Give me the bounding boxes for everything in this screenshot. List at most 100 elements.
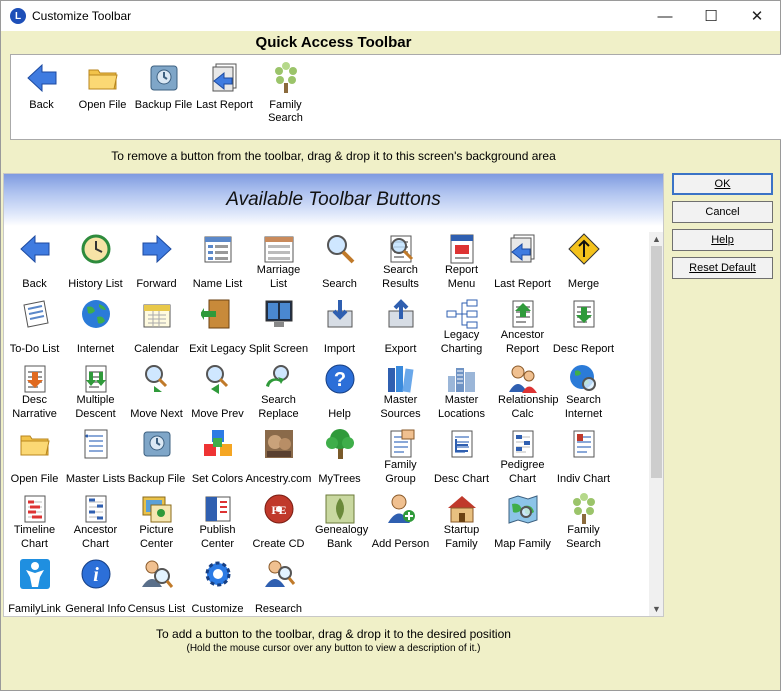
maximize-button[interactable]: ☐	[688, 1, 734, 31]
back-arrow-icon	[25, 61, 59, 95]
toolbar-button-label: Open File	[10, 473, 59, 485]
minimize-button[interactable]: —	[642, 1, 688, 31]
publish-center-icon	[201, 492, 235, 526]
toolbar-button-ancestry-com[interactable]: Ancestry.com	[246, 425, 311, 490]
help-button[interactable]: Help	[672, 229, 773, 251]
toolbar-button-census-list[interactable]: Census List	[126, 555, 187, 616]
toolbar-button-forward[interactable]: Forward	[126, 230, 187, 295]
toolbar-button-ancestor-report[interactable]: Ancestor Report	[492, 295, 553, 360]
toolbar-button-family-group[interactable]: Family Group	[370, 425, 431, 490]
toolbar-button-last-report[interactable]: Last Report	[492, 230, 553, 295]
toolbar-button-move-prev[interactable]: Move Prev	[187, 360, 248, 425]
toolbar-button-help[interactable]: ? Help	[309, 360, 370, 425]
research-icon	[262, 557, 296, 591]
toolbar-button-open-file[interactable]: Open File	[4, 425, 65, 490]
toolbar-button-general-info[interactable]: i General Info	[65, 555, 126, 616]
qat-button-back[interactable]: Back	[11, 55, 72, 139]
ancestor-chart-icon	[79, 492, 113, 526]
toolbar-button-desc-chart[interactable]: Desc Chart	[431, 425, 492, 490]
toolbar-button-desc-narrative[interactable]: Desc Narrative	[4, 360, 65, 425]
toolbar-button-calendar[interactable]: Calendar	[126, 295, 187, 360]
toolbar-button-master-lists[interactable]: Master Lists	[65, 425, 126, 490]
scroll-up-icon[interactable]: ▲	[649, 232, 663, 246]
toolbar-button-desc-report[interactable]: Desc Report	[553, 295, 614, 360]
qat-button-family-search[interactable]: Family Search	[255, 55, 316, 139]
toolbar-button-exit-legacy[interactable]: Exit Legacy	[187, 295, 248, 360]
toolbar-button-map-family[interactable]: Map Family	[492, 490, 553, 555]
ancestor-report-icon	[506, 297, 540, 331]
toolbar-button-label: Exit Legacy	[189, 343, 246, 355]
toolbar-button-multiple-descent[interactable]: Multiple Descent	[65, 360, 126, 425]
toolbar-button-label: Internet	[76, 343, 115, 355]
toolbar-button-label: Master Lists	[65, 473, 126, 485]
toolbar-button-indiv-chart[interactable]: Indiv Chart	[553, 425, 614, 490]
available-buttons-grid: Back History List Forward Name List Marriage…	[4, 230, 644, 616]
toolbar-button-label: Search Replace	[258, 394, 299, 420]
toolbar-button-backup-file[interactable]: Backup File	[126, 425, 187, 490]
svg-text:FE: FE	[271, 503, 286, 517]
toolbar-button-familylink[interactable]: FamilyLink	[4, 555, 65, 616]
toolbar-button-merge[interactable]: Merge	[553, 230, 614, 295]
title-bar[interactable]: L Customize Toolbar — ☐ ✕	[1, 1, 780, 31]
toolbar-button-export[interactable]: Export	[370, 295, 431, 360]
qat-button-open-file[interactable]: Open File	[72, 55, 133, 139]
quick-access-toolbar[interactable]: Back Open File Backup File Last Report Famil…	[10, 54, 781, 140]
qat-button-last-report[interactable]: Last Report	[194, 55, 255, 139]
toolbar-button-research[interactable]: Research	[248, 555, 309, 616]
toolbar-button-back[interactable]: Back	[4, 230, 65, 295]
color-cubes-icon	[201, 427, 235, 461]
toolbar-button-report-menu[interactable]: Report Menu	[431, 230, 492, 295]
toolbar-button-search-results[interactable]: Search Results	[370, 230, 431, 295]
close-button[interactable]: ✕	[734, 1, 780, 31]
toolbar-button-ancestor-chart[interactable]: Ancestor Chart	[65, 490, 126, 555]
toolbar-button-relationship-calc[interactable]: Relationship Calc	[492, 360, 559, 425]
toolbar-button-name-list[interactable]: Name List	[187, 230, 248, 295]
city-icon	[445, 362, 479, 396]
ok-button-label: OK	[714, 178, 731, 190]
toolbar-button-add-person[interactable]: Add Person	[370, 490, 431, 555]
cancel-button[interactable]: Cancel	[672, 201, 773, 223]
toolbar-button-label: Master Sources	[380, 394, 421, 420]
last-report-icon	[208, 61, 242, 95]
ok-button[interactable]: OK	[672, 173, 773, 195]
toolbar-button-search-internet[interactable]: Search Internet	[553, 360, 614, 425]
toolbar-button-genealogy-bank[interactable]: Genealogy Bank	[309, 490, 370, 555]
toolbar-button-legacy-charting[interactable]: Legacy Charting	[431, 295, 492, 360]
toolbar-button-label: Startup Family	[443, 524, 480, 550]
marriage-list-icon	[262, 232, 296, 266]
toolbar-button-mytrees[interactable]: MyTrees	[309, 425, 370, 490]
toolbar-button-publish-center[interactable]: Publish Center	[187, 490, 248, 555]
toolbar-button-split-screen[interactable]: Split Screen	[248, 295, 309, 360]
toolbar-button-label: Import	[323, 343, 356, 355]
toolbar-button-family-search[interactable]: Family Search	[553, 490, 614, 555]
toolbar-button-picture-center[interactable]: Picture Center	[126, 490, 187, 555]
toolbar-button-create-cd[interactable]: FE Create CD	[248, 490, 309, 555]
toolbar-button-pedigree-chart[interactable]: Pedigree Chart	[492, 425, 553, 490]
toolbar-button-master-locations[interactable]: Master Locations	[431, 360, 492, 425]
reset-default-button[interactable]: Reset Default	[672, 257, 773, 279]
toolbar-button-label: Publish Center	[199, 524, 236, 550]
toolbar-button-label: Marriage List	[256, 264, 301, 290]
books-icon	[384, 362, 418, 396]
toolbar-button-timeline-chart[interactable]: Timeline Chart	[4, 490, 65, 555]
vertical-scrollbar[interactable]: ▲ ▼	[649, 232, 663, 616]
toolbar-button-set-colors[interactable]: Set Colors	[187, 425, 248, 490]
qat-button-backup-file[interactable]: Backup File	[133, 55, 194, 139]
toolbar-button-internet[interactable]: Internet	[65, 295, 126, 360]
magnifier-icon	[323, 232, 357, 266]
toolbar-button-import[interactable]: Import	[309, 295, 370, 360]
toolbar-button-label: Back	[22, 278, 47, 290]
toolbar-button-search-replace[interactable]: Search Replace	[248, 360, 309, 425]
toolbar-button-to-do-list[interactable]: To-Do List	[4, 295, 65, 360]
toolbar-button-customize[interactable]: Customize	[187, 555, 248, 616]
toolbar-button-search[interactable]: Search	[309, 230, 370, 295]
toolbar-button-startup-family[interactable]: Startup Family	[431, 490, 492, 555]
add-hint: To add a button to the toolbar, drag & d…	[156, 627, 511, 641]
toolbar-button-history-list[interactable]: History List	[65, 230, 126, 295]
scroll-down-icon[interactable]: ▼	[649, 602, 663, 616]
toolbar-button-marriage-list[interactable]: Marriage List	[248, 230, 309, 295]
scroll-thumb[interactable]	[651, 246, 662, 478]
relationship-icon	[506, 362, 540, 396]
toolbar-button-master-sources[interactable]: Master Sources	[370, 360, 431, 425]
toolbar-button-move-next[interactable]: Move Next	[126, 360, 187, 425]
